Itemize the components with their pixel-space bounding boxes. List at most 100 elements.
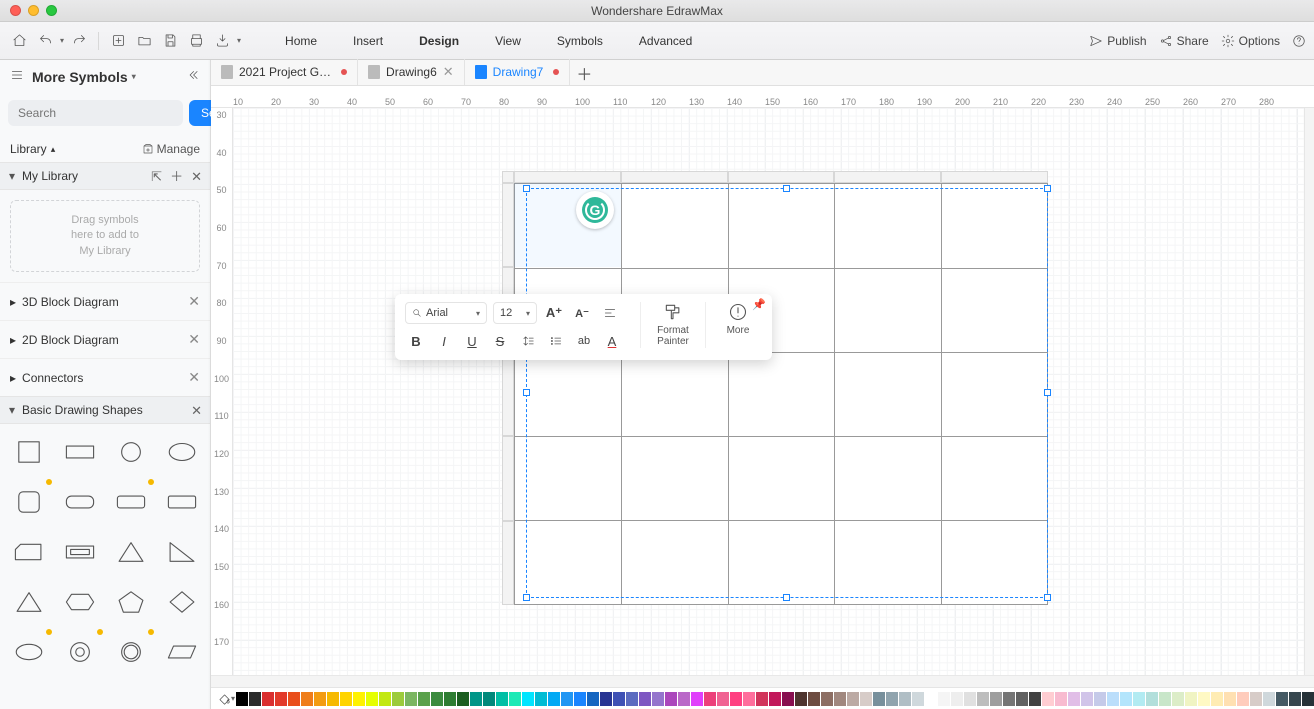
shape-right-triangle[interactable]	[161, 532, 202, 572]
shape-donut[interactable]	[59, 632, 100, 672]
section-3d-block[interactable]: ▸ 3D Block Diagram ✕	[0, 282, 210, 320]
color-swatch[interactable]	[795, 692, 807, 706]
color-swatch[interactable]	[483, 692, 495, 706]
shape-rounded-rect-3[interactable]	[161, 482, 202, 522]
strike-icon[interactable]: S	[489, 330, 511, 352]
section-close-icon[interactable]: ✕	[188, 369, 200, 386]
options-button[interactable]: Options	[1221, 34, 1280, 48]
color-swatch[interactable]	[444, 692, 456, 706]
section-close-icon[interactable]: ✕	[191, 404, 202, 417]
shape-square[interactable]	[8, 432, 49, 472]
shape-ellipse-2[interactable]	[8, 632, 49, 672]
color-swatch[interactable]	[418, 692, 430, 706]
resize-handle-e[interactable]	[1044, 389, 1051, 396]
color-swatch[interactable]	[457, 692, 469, 706]
color-swatch[interactable]	[717, 692, 729, 706]
shape-parallelogram[interactable]	[161, 632, 202, 672]
color-swatch[interactable]	[1159, 692, 1171, 706]
mylib-close-icon[interactable]: ✕	[191, 170, 202, 183]
section-close-icon[interactable]: ✕	[188, 293, 200, 310]
table-select-all-corner[interactable]	[502, 171, 514, 183]
color-swatch[interactable]	[249, 692, 261, 706]
resize-handle-ne[interactable]	[1044, 185, 1051, 192]
color-swatch[interactable]	[1068, 692, 1080, 706]
color-swatch[interactable]	[1094, 692, 1106, 706]
bold-icon[interactable]: B	[405, 330, 427, 352]
menu-symbols[interactable]: Symbols	[557, 34, 603, 48]
manage-button[interactable]: Manage	[142, 142, 200, 156]
publish-button[interactable]: Publish	[1089, 34, 1146, 48]
mylib-export-icon[interactable]: ⇱	[151, 170, 162, 183]
section-close-icon[interactable]: ✕	[188, 331, 200, 348]
help-icon[interactable]	[1292, 34, 1306, 48]
search-input[interactable]	[8, 100, 183, 126]
section-basic-shapes[interactable]: ▾ Basic Drawing Shapes ✕	[0, 396, 210, 424]
color-swatch[interactable]	[522, 692, 534, 706]
resize-handle-n[interactable]	[783, 185, 790, 192]
table-row-headers[interactable]	[502, 183, 514, 605]
color-swatch[interactable]	[743, 692, 755, 706]
color-swatch[interactable]	[847, 692, 859, 706]
canvas-hscroll[interactable]	[211, 675, 1314, 687]
color-swatch[interactable]	[1055, 692, 1067, 706]
color-swatch[interactable]	[1172, 692, 1184, 706]
color-swatch[interactable]	[639, 692, 651, 706]
format-painter-button[interactable]: Format Painter	[649, 302, 697, 347]
export-icon[interactable]	[211, 30, 233, 52]
align-icon[interactable]	[599, 302, 621, 324]
color-swatch[interactable]	[899, 692, 911, 706]
color-swatch[interactable]	[548, 692, 560, 706]
color-swatch[interactable]	[1081, 692, 1093, 706]
undo-icon[interactable]	[34, 30, 56, 52]
color-swatch[interactable]	[509, 692, 521, 706]
color-swatch[interactable]	[873, 692, 885, 706]
open-icon[interactable]	[133, 30, 155, 52]
shape-circle[interactable]	[110, 432, 151, 472]
color-swatch[interactable]	[808, 692, 820, 706]
color-swatch[interactable]	[405, 692, 417, 706]
color-swatch[interactable]	[730, 692, 742, 706]
tab-project-gantt[interactable]: 2021 Project G…	[211, 59, 358, 85]
color-swatch[interactable]	[626, 692, 638, 706]
shape-ring[interactable]	[110, 632, 151, 672]
color-swatch[interactable]	[366, 692, 378, 706]
color-swatch[interactable]	[600, 692, 612, 706]
color-swatch[interactable]	[288, 692, 300, 706]
color-swatch[interactable]	[1289, 692, 1301, 706]
color-swatch[interactable]	[392, 692, 404, 706]
color-swatch[interactable]	[652, 692, 664, 706]
library-label[interactable]: Library	[10, 142, 47, 156]
italic-icon[interactable]: I	[433, 330, 455, 352]
print-icon[interactable]	[185, 30, 207, 52]
color-swatch[interactable]	[470, 692, 482, 706]
font-family-select[interactable]: Arial ▾	[405, 302, 487, 324]
color-swatch[interactable]	[1146, 692, 1158, 706]
tab-add-button[interactable]: ＋	[570, 61, 598, 85]
fill-bucket-icon[interactable]: ▾	[217, 692, 235, 706]
export-dropdown-icon[interactable]: ▾	[237, 36, 241, 45]
color-swatch[interactable]	[1250, 692, 1262, 706]
tab-drawing6[interactable]: Drawing6 ✕	[358, 59, 465, 85]
color-swatch[interactable]	[665, 692, 677, 706]
color-swatch[interactable]	[1042, 692, 1054, 706]
color-swatch[interactable]	[1133, 692, 1145, 706]
color-swatch[interactable]	[990, 692, 1002, 706]
color-swatch[interactable]	[925, 692, 937, 706]
sidebar-collapse-icon[interactable]	[186, 68, 200, 85]
color-swatch[interactable]	[964, 692, 976, 706]
tab-drawing7[interactable]: Drawing7	[465, 59, 571, 85]
share-button[interactable]: Share	[1159, 34, 1209, 48]
color-swatch[interactable]	[834, 692, 846, 706]
color-swatch[interactable]	[262, 692, 274, 706]
color-swatch[interactable]	[379, 692, 391, 706]
menu-insert[interactable]: Insert	[353, 34, 383, 48]
color-swatch[interactable]	[678, 692, 690, 706]
color-swatch[interactable]	[704, 692, 716, 706]
color-swatch[interactable]	[327, 692, 339, 706]
sidebar-title[interactable]: More Symbols ▾	[32, 69, 136, 85]
shape-rectangle[interactable]	[59, 432, 100, 472]
redo-icon[interactable]	[68, 30, 90, 52]
shape-snip-corner[interactable]	[8, 532, 49, 572]
color-swatch[interactable]	[587, 692, 599, 706]
sidebar-menu-icon[interactable]	[10, 68, 24, 85]
